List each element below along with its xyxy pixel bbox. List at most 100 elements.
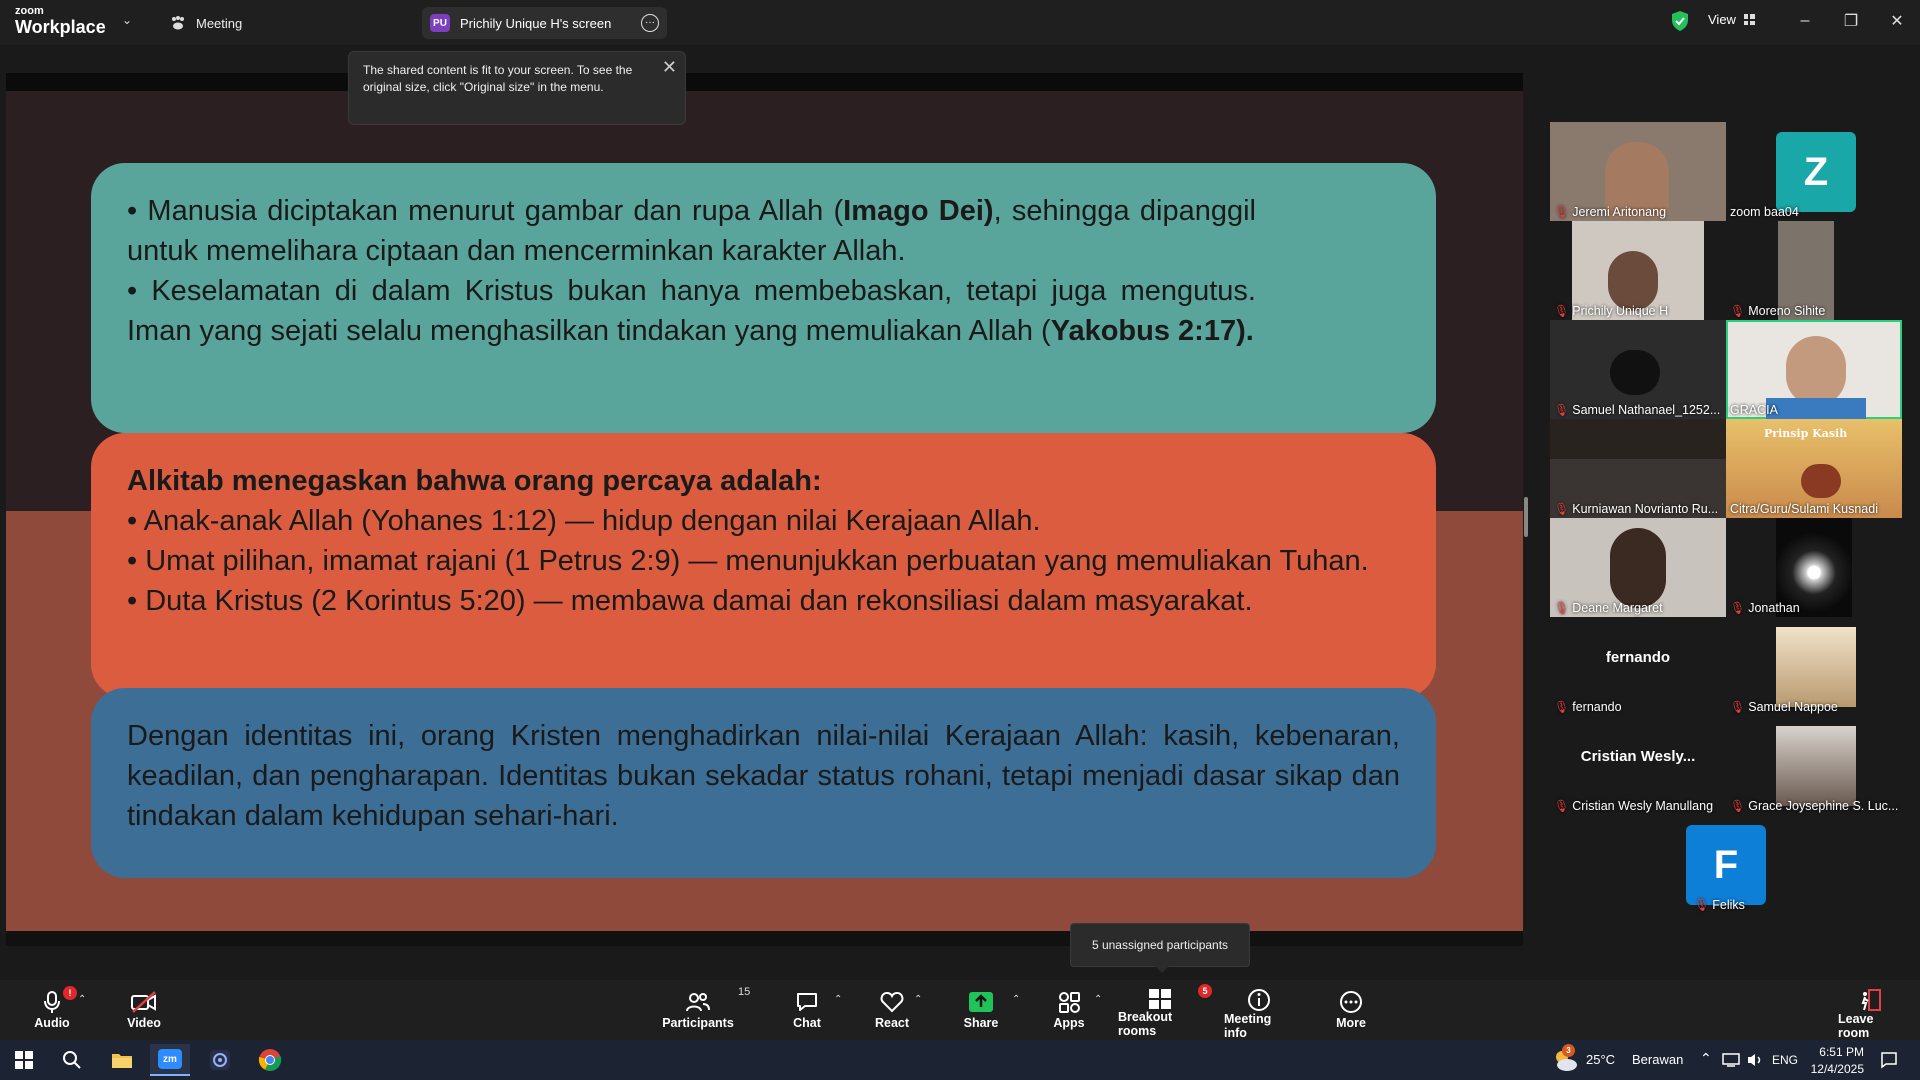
slide: • Manusia diciptakan menurut gambar dan … [6, 73, 1523, 946]
share-button[interactable]: Share [962, 988, 1000, 1038]
video-tile[interactable]: Cristian Wesly... 🎙 Cristian Wesly Manull… [1550, 716, 1726, 815]
more-icon [1340, 991, 1362, 1013]
meeting-tab[interactable]: Meeting [170, 10, 242, 36]
language-indicator[interactable]: ENG [1772, 1053, 1798, 1067]
chevron-up-icon[interactable]: ⌃ [1700, 1050, 1712, 1067]
video-button[interactable]: Video [122, 988, 166, 1038]
video-tile[interactable]: F 🎙 Feliks [1638, 815, 1814, 914]
bullet-imago-dei: • Manusia diciptakan menurut gambar dan … [127, 195, 1256, 267]
video-tile[interactable]: 🎙 Moreno Sihite [1726, 221, 1902, 320]
participant-display-name: Cristian Wesly... [1580, 748, 1696, 765]
participant-display-name: fernando [1605, 649, 1671, 666]
participants-count: 15 [738, 986, 751, 998]
video-tile[interactable]: 🎙 Prichily Unique H [1550, 221, 1726, 320]
notifications-icon[interactable] [1880, 1051, 1898, 1069]
video-tile[interactable]: fernando 🎙 fernando [1550, 617, 1726, 716]
video-tile[interactable]: Z zoom baa04 [1726, 122, 1902, 221]
breakout-rooms-icon [1149, 989, 1171, 1009]
meeting-info-button[interactable]: Meeting info [1224, 988, 1294, 1040]
chevron-down-icon[interactable]: ⌄ [122, 13, 132, 27]
participants-label: Participants [662, 1016, 734, 1030]
resize-handle[interactable] [1524, 497, 1528, 537]
participants-icon [686, 993, 710, 1012]
brand-small: zoom [15, 5, 44, 17]
avatar [1776, 726, 1856, 806]
close-icon[interactable]: ✕ [662, 58, 677, 76]
weather-desc: Berawan [1632, 1052, 1684, 1067]
breakout-rooms-button[interactable]: 5 Breakout rooms [1118, 984, 1212, 1038]
clock-time[interactable]: 6:51 PM [1812, 1045, 1864, 1059]
video-tile[interactable]: 🎙 Samuel Nappoe [1726, 617, 1902, 716]
chat-options-caret[interactable]: ⌃ [834, 994, 842, 1005]
camera-app-icon[interactable] [200, 1044, 240, 1076]
video-tile[interactable]: 🎙 Jonathan [1726, 518, 1902, 617]
video-tile-active-speaker[interactable]: GRACIA [1726, 320, 1902, 419]
weather-temp: 25°C [1586, 1052, 1616, 1067]
network-icon[interactable] [1722, 1053, 1740, 1067]
sharer-avatar: PU [430, 14, 450, 32]
chat-button[interactable]: Chat [790, 988, 824, 1038]
participant-video [1610, 528, 1666, 608]
more-button[interactable]: More [1334, 988, 1368, 1038]
view-label: View [1708, 12, 1736, 27]
chrome-icon[interactable] [250, 1044, 290, 1076]
react-button[interactable]: React [873, 988, 911, 1038]
apps-button[interactable]: Apps [1052, 988, 1086, 1038]
share-options-caret[interactable]: ⌃ [1012, 994, 1020, 1005]
volume-icon[interactable] [1746, 1052, 1764, 1068]
mic-muted-icon: 🎙 [1730, 601, 1746, 615]
windows-start-icon[interactable] [4, 1044, 44, 1076]
mic-muted-icon: 🎙 [1730, 304, 1746, 318]
restore-icon[interactable]: ❐ [1836, 8, 1866, 34]
weather-widget[interactable]: 3 25°C Berawan [1552, 1044, 1692, 1072]
react-options-caret[interactable]: ⌃ [914, 994, 922, 1005]
bullet-keselamatan: • Keselamatan di dalam Kristus bukan han… [127, 275, 1256, 347]
video-tile[interactable]: 🎙 Jeremi Aritonang [1550, 122, 1726, 221]
zoom-taskbar-icon[interactable]: zm [150, 1044, 190, 1076]
apps-icon [1059, 992, 1080, 1013]
info-icon [1248, 989, 1270, 1011]
mic-muted-icon: 🎙 [1554, 403, 1570, 417]
file-explorer-icon[interactable] [102, 1044, 142, 1076]
leave-room-button[interactable]: Leave room [1838, 988, 1904, 1040]
slide-panel-conclusion: Dengan identitas ini, orang Kristen meng… [91, 688, 1436, 878]
video-tile[interactable]: 🎙 Grace Joysephine S. Luc... [1726, 716, 1902, 815]
react-label: React [874, 1016, 910, 1030]
zoom-workplace-logo[interactable]: zoom Workplace [15, 5, 106, 37]
shared-screen-tab[interactable]: PU Prichily Unique H's screen ··· [422, 7, 667, 39]
audio-button[interactable]: ! Audio [30, 986, 77, 1038]
close-icon[interactable]: ✕ [1882, 8, 1912, 34]
apps-options-caret[interactable]: ⌃ [1094, 994, 1102, 1005]
minimize-icon[interactable]: – [1790, 8, 1820, 34]
audio-label: Audio [34, 1016, 70, 1030]
mic-muted-icon: 🎙 [1694, 898, 1710, 912]
chat-icon [797, 993, 817, 1011]
video-tile[interactable]: 🎙 Samuel Nathanael_1252... [1550, 320, 1726, 419]
weather-alert-badge: 3 [1562, 1044, 1575, 1057]
clock-date[interactable]: 12/4/2025 [1808, 1062, 1864, 1076]
view-button[interactable]: View [1708, 12, 1755, 27]
breakout-label: Breakout rooms [1118, 1010, 1173, 1038]
video-tile[interactable]: 🎙 Deane Margaret [1550, 518, 1726, 617]
share-screen-icon [969, 992, 993, 1012]
audio-options-caret[interactable]: ⌃ [78, 994, 86, 1005]
share-label: Prichily Unique H's screen [460, 15, 612, 31]
leave-room-label: Leave room [1838, 1012, 1874, 1040]
security-shield-icon[interactable] [1670, 10, 1690, 32]
audio-alert-badge: ! [63, 986, 77, 1000]
chat-label: Chat [793, 1016, 821, 1030]
video-tile[interactable]: Prinsip Kasih Citra/Guru/Sulami Kusnadi [1726, 419, 1902, 518]
more-options-icon[interactable]: ··· [641, 14, 659, 32]
participant-video [1610, 350, 1660, 395]
participant-gallery: 🎙 Jeremi Aritonang Z zoom baa04 🎙 Prichily… [1530, 45, 1920, 980]
shared-screen-area: • Manusia diciptakan menurut gambar dan … [0, 45, 1530, 980]
video-off-icon [131, 991, 156, 1013]
participants-button[interactable]: 15 Participants [662, 986, 750, 1038]
meeting-info-label: Meeting info [1224, 1012, 1272, 1040]
list-item: • Duta Kristus (2 Korintus 5:20) — memba… [127, 585, 1253, 617]
avatar [1776, 627, 1856, 707]
list-item: • Anak-anak Allah (Yohanes 1:12) — hidup… [127, 505, 1041, 537]
video-label: Video [127, 1016, 161, 1030]
video-tile[interactable]: 🎙 Kurniawan Novrianto Ru... [1550, 419, 1726, 518]
search-icon[interactable] [52, 1044, 92, 1076]
